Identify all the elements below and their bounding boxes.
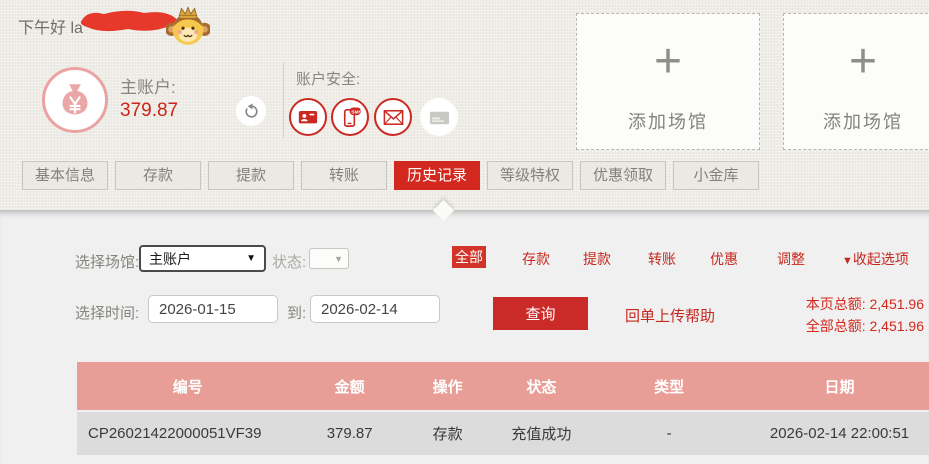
add-venue-card[interactable]: + 添加场馆 bbox=[783, 13, 929, 150]
plus-icon: + bbox=[654, 38, 682, 86]
col-header-type: 类型 bbox=[588, 362, 750, 410]
page-total: 本页总额: 2,451.96 bbox=[806, 293, 924, 315]
add-venue-label: 添加场馆 bbox=[628, 108, 708, 134]
tab-transfer[interactable]: 转账 bbox=[301, 161, 387, 190]
col-header-id: 编号 bbox=[77, 362, 299, 410]
tab-basic-info[interactable]: 基本信息 bbox=[22, 161, 108, 190]
plus-icon: + bbox=[849, 38, 877, 86]
query-button[interactable]: 查询 bbox=[493, 297, 588, 330]
redacted-username-scribble bbox=[80, 8, 180, 38]
phone-sms-icon[interactable]: SMS bbox=[331, 98, 369, 136]
main-tabs: 基本信息 存款 提款 转账 历史记录 等级特权 优惠领取 小金库 bbox=[22, 161, 759, 190]
type-filter-transfer[interactable]: 转账 bbox=[648, 249, 676, 269]
all-total-value: 2,451.96 bbox=[870, 318, 925, 334]
time-select-label: 选择时间: bbox=[75, 302, 139, 323]
venue-select-label: 选择场馆: bbox=[75, 251, 139, 272]
refresh-balance-button[interactable] bbox=[236, 96, 266, 126]
history-table: 编号 金额 操作 状态 类型 日期 CP26021422000051VF39 3… bbox=[77, 362, 929, 455]
cell-id: CP26021422000051VF39 bbox=[77, 412, 299, 455]
tab-promo-claim[interactable]: 优惠领取 bbox=[580, 161, 666, 190]
account-balance: 379.87 bbox=[120, 100, 178, 122]
cell-type: - bbox=[588, 412, 750, 455]
add-venue-label: 添加场馆 bbox=[823, 108, 903, 134]
tab-vip-privilege[interactable]: 等级特权 bbox=[487, 161, 573, 190]
venue-select[interactable]: 主账户 ▼ bbox=[139, 245, 266, 272]
add-venue-card[interactable]: + 添加场馆 bbox=[576, 13, 760, 150]
date-from-input[interactable] bbox=[148, 295, 278, 323]
col-header-date: 日期 bbox=[750, 362, 929, 410]
divider bbox=[283, 62, 284, 138]
type-filter-adjust[interactable]: 调整 bbox=[777, 249, 805, 269]
table-row: CP26021422000051VF39 379.87 存款 充值成功 - 20… bbox=[77, 412, 929, 455]
to-label: 到: bbox=[287, 302, 306, 323]
cell-operation: 存款 bbox=[401, 412, 495, 455]
type-filter-promo[interactable]: 优惠 bbox=[710, 249, 738, 269]
chevron-down-icon: ▼ bbox=[334, 254, 343, 264]
triangle-down-icon: ▼ bbox=[842, 255, 853, 267]
col-header-amount: 金额 bbox=[299, 362, 401, 410]
page-total-label: 本页总额: bbox=[806, 296, 866, 312]
status-select-label: 状态: bbox=[272, 251, 306, 272]
type-filter-deposit[interactable]: 存款 bbox=[522, 249, 550, 269]
cell-status: 充值成功 bbox=[494, 412, 588, 455]
col-header-operation: 操作 bbox=[401, 362, 495, 410]
email-icon[interactable] bbox=[374, 98, 412, 136]
greeting-text: 下午好 la bbox=[18, 14, 83, 38]
receipt-upload-help-link[interactable]: 回单上传帮助 bbox=[625, 305, 715, 326]
tab-history[interactable]: 历史记录 bbox=[394, 161, 480, 190]
collapse-options-label: 收起选项 bbox=[853, 251, 909, 267]
tab-deposit[interactable]: 存款 bbox=[115, 161, 201, 190]
collapse-options-link[interactable]: ▼收起选项 bbox=[842, 249, 909, 269]
table-header-row: 编号 金额 操作 状态 类型 日期 bbox=[77, 362, 929, 410]
cell-amount: 379.87 bbox=[299, 412, 401, 455]
main-account-label: 主账户: bbox=[120, 73, 176, 98]
money-bag-icon bbox=[42, 67, 108, 133]
col-header-status: 状态 bbox=[494, 362, 588, 410]
id-card-icon[interactable] bbox=[289, 98, 327, 136]
date-to-input[interactable] bbox=[310, 295, 440, 323]
chevron-down-icon: ▼ bbox=[246, 253, 256, 264]
svg-text:SMS: SMS bbox=[351, 109, 362, 115]
tab-withdraw[interactable]: 提款 bbox=[208, 161, 294, 190]
all-total-label: 全部总额: bbox=[806, 318, 866, 334]
bank-card-icon[interactable] bbox=[420, 98, 458, 136]
tab-vault[interactable]: 小金库 bbox=[673, 161, 759, 190]
type-filter-all[interactable]: 全部 bbox=[452, 246, 486, 268]
account-security-label: 账户安全: bbox=[296, 68, 360, 89]
venue-select-value: 主账户 bbox=[149, 249, 191, 269]
account-page: 下午好 la 主账户: 379.87 账户安全: bbox=[0, 0, 929, 464]
monkey-crown-emoji bbox=[166, 5, 210, 47]
cell-date: 2026-02-14 22:00:51 bbox=[750, 412, 929, 455]
page-total-value: 2,451.96 bbox=[870, 296, 925, 312]
all-total: 全部总额: 2,451.96 bbox=[806, 315, 924, 337]
type-filter-withdraw[interactable]: 提款 bbox=[583, 249, 611, 269]
totals: 本页总额: 2,451.96 全部总额: 2,451.96 bbox=[806, 293, 924, 337]
status-select[interactable]: ▼ bbox=[309, 248, 349, 269]
